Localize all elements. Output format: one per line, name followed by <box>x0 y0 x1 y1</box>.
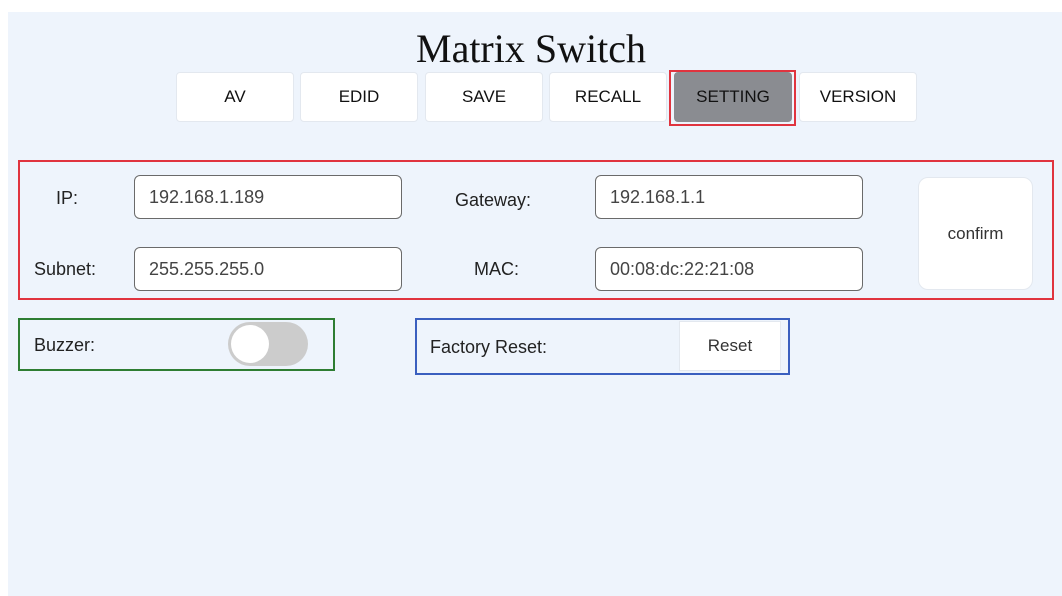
mac-label: MAC: <box>474 259 519 279</box>
gateway-label: Gateway: <box>455 190 532 210</box>
factory-reset-label: Factory Reset: <box>430 337 548 357</box>
ip-field[interactable] <box>134 175 402 219</box>
subnet-field[interactable] <box>134 247 402 291</box>
tab-setting[interactable]: SETTING <box>674 72 792 122</box>
gateway-field[interactable] <box>595 175 863 219</box>
tab-version[interactable]: VERSION <box>799 72 917 122</box>
buzzer-label: Buzzer: <box>34 335 96 355</box>
confirm-button[interactable]: confirm <box>918 177 1033 290</box>
tab-recall[interactable]: RECALL <box>549 72 667 122</box>
page-title: Matrix Switch <box>416 26 646 71</box>
tab-edid[interactable]: EDID <box>300 72 418 122</box>
toggle-knob <box>231 325 269 363</box>
reset-button[interactable]: Reset <box>679 321 781 371</box>
tab-save[interactable]: SAVE <box>425 72 543 122</box>
subnet-label: Subnet: <box>34 259 97 279</box>
buzzer-toggle[interactable] <box>228 322 308 366</box>
mac-field[interactable] <box>595 247 863 291</box>
ip-label: IP: <box>56 188 79 208</box>
tab-av[interactable]: AV <box>176 72 294 122</box>
